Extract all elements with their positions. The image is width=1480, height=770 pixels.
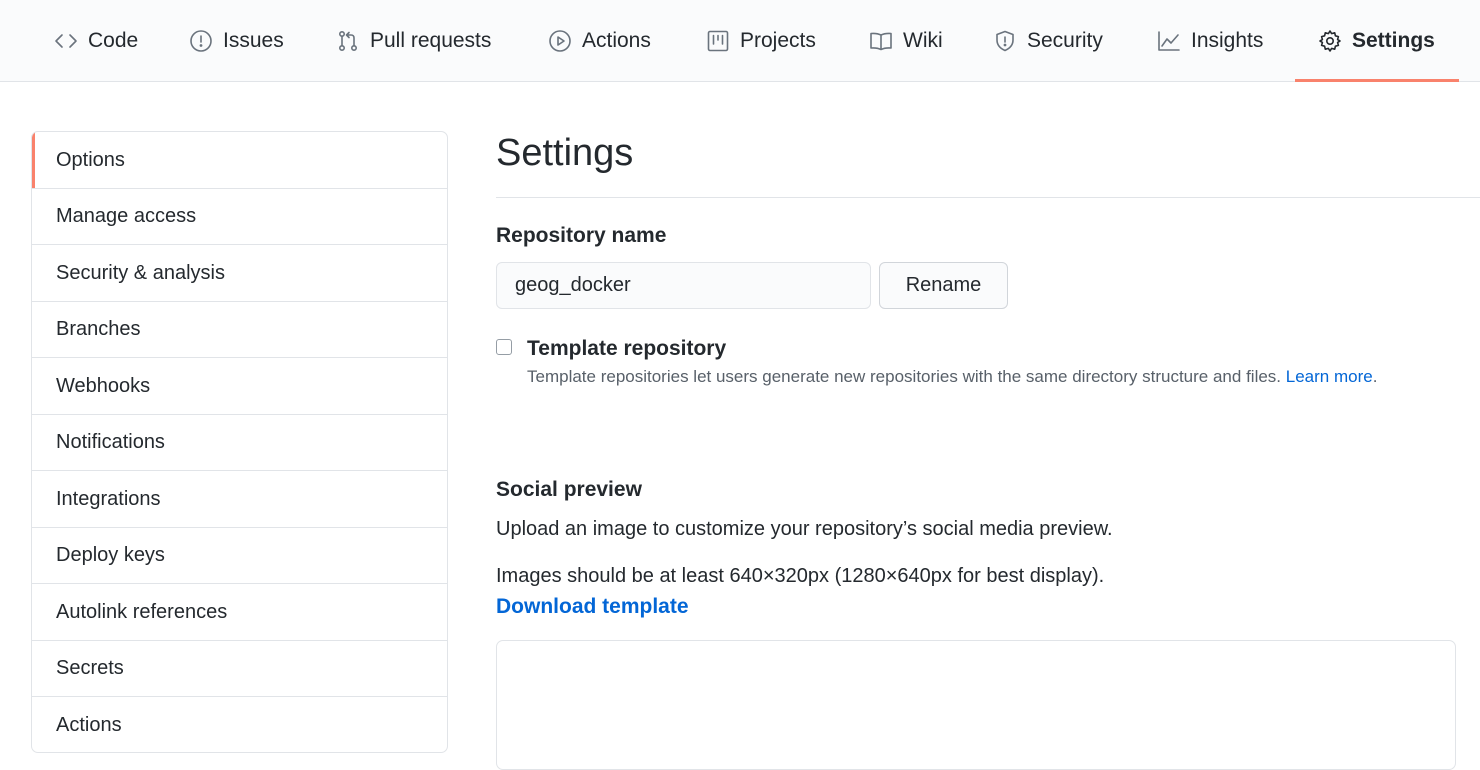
tab-actions[interactable]: Actions <box>548 0 651 82</box>
tab-settings[interactable]: Settings <box>1318 0 1435 82</box>
menu-item-label: Options <box>56 148 125 171</box>
menu-item-integrations[interactable]: Integrations <box>32 471 447 528</box>
social-preview-heading: Social preview <box>496 478 642 501</box>
menu-item-label: Branches <box>56 317 141 340</box>
menu-item-secrets[interactable]: Secrets <box>32 640 447 697</box>
menu-item-security-analysis[interactable]: Security & analysis <box>32 245 447 302</box>
menu-item-label: Actions <box>56 714 122 736</box>
settings-menu: Options Manage access Security & analysi… <box>31 131 448 753</box>
tab-security[interactable]: Security <box>993 0 1103 82</box>
menu-item-manage-access[interactable]: Manage access <box>32 188 447 245</box>
menu-item-label: Notifications <box>56 430 165 453</box>
book-icon <box>870 32 892 51</box>
image-size-requirement: Images should be at least 640×320px (128… <box>496 565 1105 587</box>
tab-projects[interactable]: Projects <box>706 0 816 82</box>
menu-item-actions[interactable]: Actions <box>32 697 447 752</box>
pull-request-icon <box>338 30 358 51</box>
gear-icon <box>1319 30 1341 52</box>
play-icon <box>549 30 571 52</box>
repo-nav: Code Issues Pull requests Actions Projec… <box>0 0 1480 82</box>
repository-name-label: Repository name <box>496 224 667 247</box>
menu-item-label: Manage access <box>56 204 197 227</box>
tab-issues[interactable]: Issues <box>189 0 284 82</box>
template-repository-checkbox[interactable] <box>496 339 512 355</box>
tab-insights[interactable]: Insights <box>1157 0 1263 82</box>
tab-label: Code <box>88 29 139 52</box>
menu-item-label: Secrets <box>56 656 124 679</box>
menu-item-label: Integrations <box>56 487 161 510</box>
template-repository-label: Template repository <box>527 337 727 360</box>
code-icon <box>55 34 77 48</box>
tab-label: Insights <box>1191 29 1264 52</box>
menu-item-label: Deploy keys <box>56 543 165 566</box>
tab-label: Wiki <box>903 29 943 52</box>
menu-item-deploy-keys[interactable]: Deploy keys <box>32 527 447 584</box>
menu-item-label: Webhooks <box>56 374 151 397</box>
issue-icon <box>190 30 212 52</box>
menu-item-autolink-references[interactable]: Autolink references <box>32 584 447 641</box>
rename-button[interactable]: Rename <box>879 262 1008 309</box>
tab-code[interactable]: Code <box>54 0 138 82</box>
tab-label: Pull requests <box>370 29 492 52</box>
menu-item-label: Security & analysis <box>56 261 225 284</box>
social-preview-image-area[interactable] <box>496 640 1456 770</box>
tab-label: Issues <box>223 29 284 52</box>
project-icon <box>707 30 729 52</box>
template-repository-help: Template repositories let users generate… <box>527 367 1377 387</box>
menu-item-label: Autolink references <box>56 600 228 623</box>
tab-pull-requests[interactable]: Pull requests <box>336 0 491 82</box>
learn-more-link[interactable]: Learn more <box>1286 367 1373 386</box>
selected-tab-underline <box>1295 79 1459 82</box>
title-divider <box>496 197 1480 198</box>
social-preview-description: Upload an image to customize your reposi… <box>496 518 1113 540</box>
graph-icon <box>1158 31 1180 51</box>
tab-label: Settings <box>1352 29 1435 52</box>
tab-label: Actions <box>582 29 651 52</box>
shield-icon <box>996 30 1014 52</box>
download-template-link[interactable]: Download template <box>496 595 689 619</box>
tab-label: Projects <box>740 29 816 52</box>
tab-label: Security <box>1027 29 1103 52</box>
menu-item-branches[interactable]: Branches <box>32 301 447 358</box>
template-help-text: Template repositories let users generate… <box>527 367 1282 386</box>
menu-item-options[interactable]: Options <box>32 132 447 189</box>
menu-item-notifications[interactable]: Notifications <box>32 414 447 471</box>
repository-name-input[interactable] <box>496 262 871 309</box>
page-title: Settings <box>496 132 634 174</box>
tab-wiki[interactable]: Wiki <box>869 0 943 82</box>
menu-item-webhooks[interactable]: Webhooks <box>32 358 447 415</box>
help-period: . <box>1372 367 1378 386</box>
